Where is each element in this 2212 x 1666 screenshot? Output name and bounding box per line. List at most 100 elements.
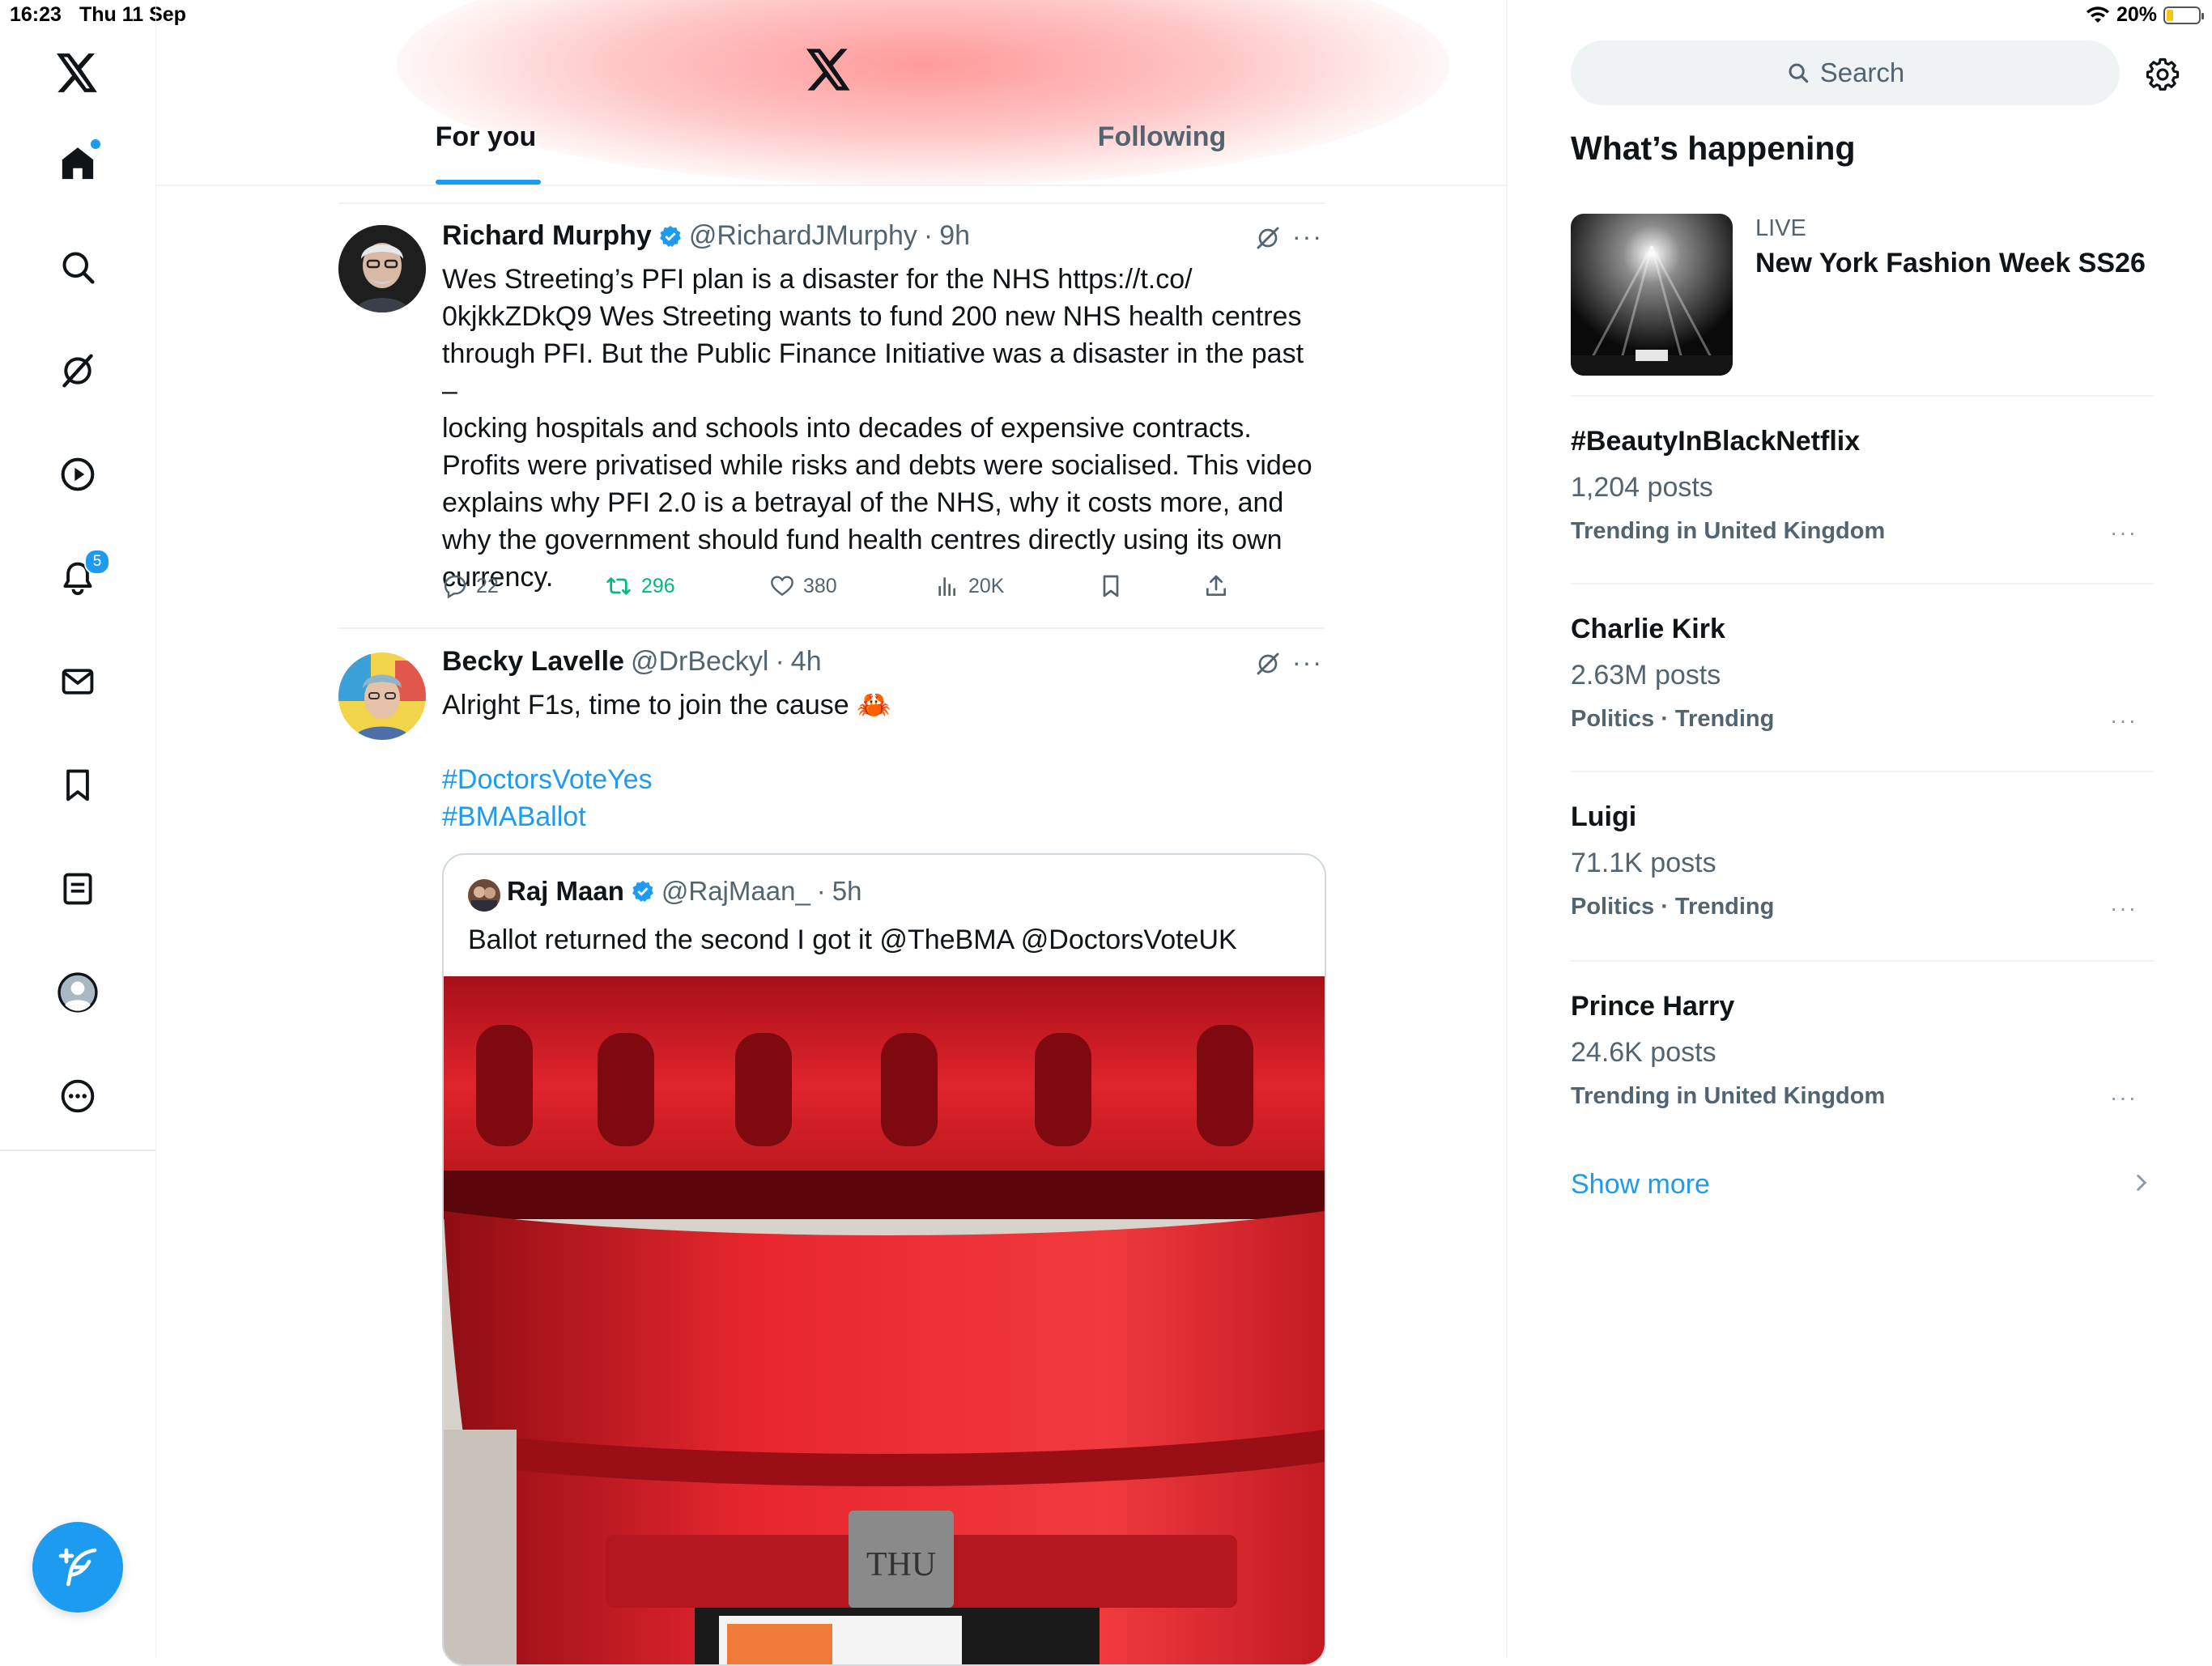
nav-lists[interactable] — [49, 860, 107, 918]
tweet-time[interactable]: 4h — [791, 646, 822, 678]
nav-notifications[interactable]: 5 — [49, 549, 110, 607]
tweet-separator: · — [775, 646, 785, 677]
trend-title: Luigi — [1571, 801, 1637, 832]
reply-button[interactable]: 22 — [442, 573, 499, 599]
trend-context: Trending in United Kingdom — [1571, 1083, 1886, 1109]
nav-home[interactable] — [49, 134, 107, 193]
trend-context: Politics · Trending — [1571, 706, 1775, 732]
grok-explain-icon[interactable] — [1255, 651, 1281, 677]
quote-avatar — [468, 879, 500, 912]
quoted-tweet[interactable]: Raj Maan @RajMaan_ · 5h Ballot returned … — [442, 853, 1326, 1666]
trend-context: Politics · Trending — [1571, 894, 1775, 920]
quote-text: Ballot returned the second I got it @The… — [468, 924, 1237, 955]
tweet-line: explains why PFI 2.0 is a betrayal of th… — [442, 487, 1284, 518]
trend-item[interactable]: Prince Harry 24.6K posts Trending in Uni… — [1571, 991, 2154, 1110]
home-icon — [59, 145, 96, 182]
heart-icon — [771, 576, 793, 597]
trend-divider — [1571, 960, 2154, 962]
bookmark-button[interactable] — [1098, 573, 1124, 599]
avatar-richard-murphy[interactable] — [338, 225, 426, 312]
hashtag-link[interactable]: #DoctorsVoteYes — [442, 761, 1325, 798]
bookmark-icon — [60, 767, 96, 803]
quote-separator: · — [816, 876, 826, 906]
tab-for-you-label: For you — [435, 121, 537, 152]
settings-gear-icon[interactable] — [2146, 57, 2180, 91]
search-input[interactable]: Search — [1571, 40, 2120, 105]
grok-icon — [60, 353, 96, 389]
grok-explain-icon[interactable] — [1255, 225, 1281, 251]
nav-explore[interactable] — [49, 238, 107, 296]
nav-more[interactable] — [49, 1067, 107, 1125]
trend-item[interactable]: #BeautyInBlackNetflix 1,204 posts Trendi… — [1571, 426, 2154, 545]
whats-happening-title: What’s happening — [1571, 130, 1856, 167]
trend-divider — [1571, 771, 2154, 772]
tweet-divider — [338, 627, 1325, 629]
compose-post-button[interactable] — [32, 1522, 123, 1613]
tweet-author-handle[interactable]: @RichardJMurphy — [689, 220, 917, 252]
quote-author-handle: @RajMaan_ — [661, 876, 810, 906]
tweet-author-name[interactable]: Becky Lavelle — [442, 646, 624, 678]
live-event-title[interactable]: New York Fashion Week SS26 — [1755, 248, 2146, 279]
trend-title: #BeautyInBlackNetflix — [1571, 426, 1861, 457]
wifi-icon — [2086, 6, 2110, 24]
repost-button[interactable]: 296 — [604, 573, 675, 599]
nav-profile[interactable] — [49, 963, 107, 1022]
nav-grok[interactable] — [49, 342, 107, 400]
trend-more-icon[interactable]: ··· — [2110, 708, 2138, 733]
trend-divider — [1571, 583, 2154, 584]
hashtag-link[interactable]: #BMABallot — [442, 798, 1325, 835]
repost-count: 296 — [641, 574, 675, 597]
trend-context: Trending in United Kingdom — [1571, 518, 1886, 544]
nav-bookmarks[interactable] — [49, 756, 107, 814]
tweet-line: currency. — [442, 562, 554, 593]
live-label: LIVE — [1755, 215, 1806, 241]
status-bar-right: 20% — [2086, 3, 2204, 27]
nav-divider — [0, 1150, 155, 1151]
show-more-label: Show more — [1571, 1169, 1710, 1200]
header-x-logo-icon[interactable] — [806, 49, 852, 91]
home-unread-dot — [91, 139, 100, 149]
battery-percent: 20% — [2116, 3, 2157, 26]
reply-icon — [444, 575, 466, 599]
views-button[interactable]: 20K — [934, 573, 1004, 599]
quote-image-postbox[interactable]: THU — [444, 976, 1325, 1664]
tab-for-you[interactable]: For you — [405, 121, 567, 186]
trend-more-icon[interactable]: ··· — [2110, 895, 2138, 921]
share-button[interactable] — [1203, 573, 1229, 599]
trend-item[interactable]: Charlie Kirk 2.63M posts Politics · Tren… — [1571, 614, 2154, 733]
x-logo-icon[interactable] — [49, 44, 107, 102]
tweet-separator: · — [923, 220, 934, 251]
search-icon — [60, 249, 96, 285]
nav-messages[interactable] — [49, 652, 107, 711]
avatar-becky-lavelle[interactable] — [338, 652, 426, 740]
battery-icon — [2163, 6, 2204, 24]
show-more-link[interactable]: Show more — [1571, 1169, 2154, 1201]
tab-following[interactable]: Following — [1077, 121, 1247, 186]
trend-count: 1,204 posts — [1571, 472, 1713, 503]
notifications-badge: 5 — [84, 549, 110, 575]
tweet-more-icon[interactable]: ··· — [1292, 222, 1323, 252]
share-icon — [1206, 575, 1226, 596]
tweet-author-name[interactable]: Richard Murphy — [442, 220, 652, 252]
tweet-line: Wes Streeting’s PFI plan is a disaster f… — [442, 264, 1193, 295]
tab-following-label: Following — [1097, 121, 1227, 152]
tweet-time[interactable]: 9h — [939, 220, 970, 252]
live-event-thumbnail[interactable] — [1571, 214, 1733, 376]
envelope-icon — [60, 664, 96, 699]
nav-media[interactable] — [49, 445, 107, 504]
tweet-more-icon[interactable]: ··· — [1292, 648, 1323, 678]
trend-count: 71.1K posts — [1571, 848, 1716, 878]
header-border — [155, 185, 1506, 186]
trend-item[interactable]: Luigi 71.1K posts Politics · Trending ··… — [1571, 801, 2154, 920]
profile-avatar-icon — [57, 972, 98, 1013]
tweet-author-handle[interactable]: @DrBeckyl — [631, 646, 769, 678]
like-button[interactable]: 380 — [769, 573, 837, 599]
tweet-body: Alright F1s, time to join the cause 🦀 #D… — [442, 686, 1325, 835]
chevron-right-icon — [2133, 1169, 2150, 1196]
trend-more-icon[interactable]: ··· — [2110, 1085, 2138, 1111]
more-circle-icon — [60, 1078, 96, 1114]
trend-more-icon[interactable]: ··· — [2110, 520, 2138, 546]
reply-count: 22 — [476, 574, 499, 597]
tweet-line: why the government should fund health ce… — [442, 525, 1283, 555]
tweet-line: 0kjkkZDkQ9 Wes Streeting wants to fund 2… — [442, 301, 1302, 332]
